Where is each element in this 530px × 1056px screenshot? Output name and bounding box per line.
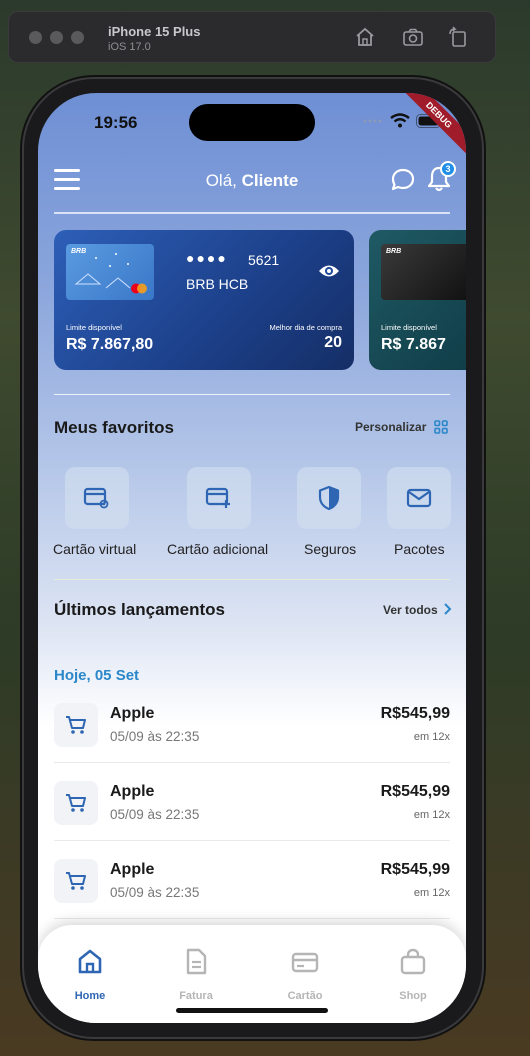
status-time: 19:56 [94,113,138,132]
date-group-label: Hoje, 05 Set [54,667,140,684]
shopping-cart-icon [66,794,86,812]
transaction-row[interactable]: Apple 05/09 às 22:35 R$545,99 em 12x [54,767,450,841]
cards-divider [54,394,450,395]
credit-card-secondary[interactable]: BRB Limite disponível R$ 7.867 [369,230,466,370]
favorite-label: Cartão adicional [167,541,269,557]
mastercard-logo-icon [131,283,147,294]
cellular-signal-icon [363,119,382,122]
nav-label: Home [74,990,106,1002]
envelope-icon [406,488,432,508]
shopping-cart-icon [66,872,86,890]
virtual-card-icon [83,487,109,509]
transaction-amount: R$545,99 [380,783,450,800]
transaction-icon-box [54,859,98,903]
header-divider [54,212,450,214]
nav-shop[interactable]: Shop [373,947,453,1002]
rotate-device-icon[interactable] [447,26,469,48]
nav-invoice[interactable]: Fatura [156,947,236,1002]
home-button-icon[interactable] [354,26,376,48]
home-icon [78,949,102,974]
transaction-installments: em 12x [413,809,450,821]
card-icon [291,952,319,973]
transaction-datetime: 05/09 às 22:35 [110,885,200,900]
simulator-toolbar: iPhone 15 Plus iOS 17.0 [8,11,496,63]
shield-icon [318,485,340,511]
transaction-icon-box [54,781,98,825]
limit-label: Limite disponível [66,323,122,332]
transaction-row[interactable]: Apple 05/09 às 22:35 R$545,99 em 12x [54,689,450,763]
greeting-prefix: Olá, [205,171,237,190]
simulator-os-version: iOS 17.0 [108,41,151,53]
notification-badge: 3 [440,161,456,177]
row-divider [54,840,450,841]
minimize-window-button[interactable] [50,31,63,44]
favorite-packages[interactable] [387,467,451,529]
app-header: Olá, Cliente 3 [38,161,466,203]
favorite-label: Pacotes [394,541,445,557]
simulator-device-name: iPhone 15 Plus [108,24,201,39]
row-divider [54,762,450,763]
favorite-label: Seguros [304,541,357,557]
transaction-row[interactable]: Apple 05/09 às 22:35 R$545,99 em 12x [54,845,450,919]
home-indicator[interactable] [176,1008,328,1013]
favorite-icon-box [387,467,451,529]
best-day-value: 20 [324,334,342,351]
shopping-cart-icon [66,716,86,734]
chevron-right-icon[interactable] [442,602,452,616]
limit-value: R$ 7.867 [381,336,446,353]
favorite-virtual-card[interactable] [65,467,129,529]
transaction-merchant: Apple [110,783,155,800]
transaction-datetime: 05/09 às 22:35 [110,729,200,744]
row-divider [54,918,450,919]
nav-label: Fatura [179,990,213,1002]
see-all-link[interactable]: Ver todos [383,603,438,617]
favorite-icon-box [187,467,251,529]
additional-card-icon [205,487,230,508]
favorite-insurance[interactable] [297,467,361,529]
customize-button[interactable]: Personalizar [355,420,426,434]
transaction-amount: R$545,99 [380,705,450,722]
transaction-installments: em 12x [413,887,450,899]
favorites-title: Meus favoritos [54,418,174,437]
card-image: BRB [66,244,154,300]
invoice-icon [186,948,207,975]
favorite-icon-box [65,467,129,529]
masked-card-number: ●●●● [186,250,228,266]
shopping-bag-icon [400,948,426,975]
favorite-icon-box [297,467,361,529]
favorite-label: Cartão virtual [53,541,137,557]
chat-icon[interactable] [390,167,416,193]
nav-card[interactable]: Cartão [265,947,345,1002]
card-last-digits: 5621 [248,252,280,268]
favorites-divider [54,579,450,580]
dynamic-island [189,104,315,141]
card-thumb-logo: BRB [386,248,402,255]
card-name: BRB HCB [186,276,249,292]
transaction-merchant: Apple [110,861,155,878]
grid-icon[interactable] [434,420,448,434]
limit-label: Limite disponível [381,323,437,332]
nav-label: Cartão [287,990,323,1002]
app-screen: 19:56 DEBUG Olá, Cliente 3 BRB ●●●● 5621… [38,93,466,1023]
favorite-additional-card[interactable] [187,467,251,529]
best-day-label: Melhor dia de compra [269,323,342,332]
close-window-button[interactable] [29,31,42,44]
credit-card-primary[interactable]: BRB ●●●● 5621 BRB HCB Limite disponível … [54,230,354,370]
greeting-name: Cliente [241,171,299,190]
nav-label: Shop [399,990,427,1002]
launches-title: Últimos lançamentos [54,600,225,619]
transaction-installments: em 12x [413,731,450,743]
transaction-datetime: 05/09 às 22:35 [110,807,200,822]
transaction-merchant: Apple [110,705,155,722]
transaction-icon-box [54,703,98,747]
transaction-amount: R$545,99 [380,861,450,878]
card-image: BRB [381,244,466,300]
eye-icon[interactable] [318,262,340,280]
window-controls [29,31,84,44]
wifi-icon [390,113,410,128]
nav-home[interactable]: Home [50,947,130,1002]
screenshot-camera-icon[interactable] [402,26,424,48]
zoom-window-button[interactable] [71,31,84,44]
limit-value: R$ 7.867,80 [66,336,154,353]
